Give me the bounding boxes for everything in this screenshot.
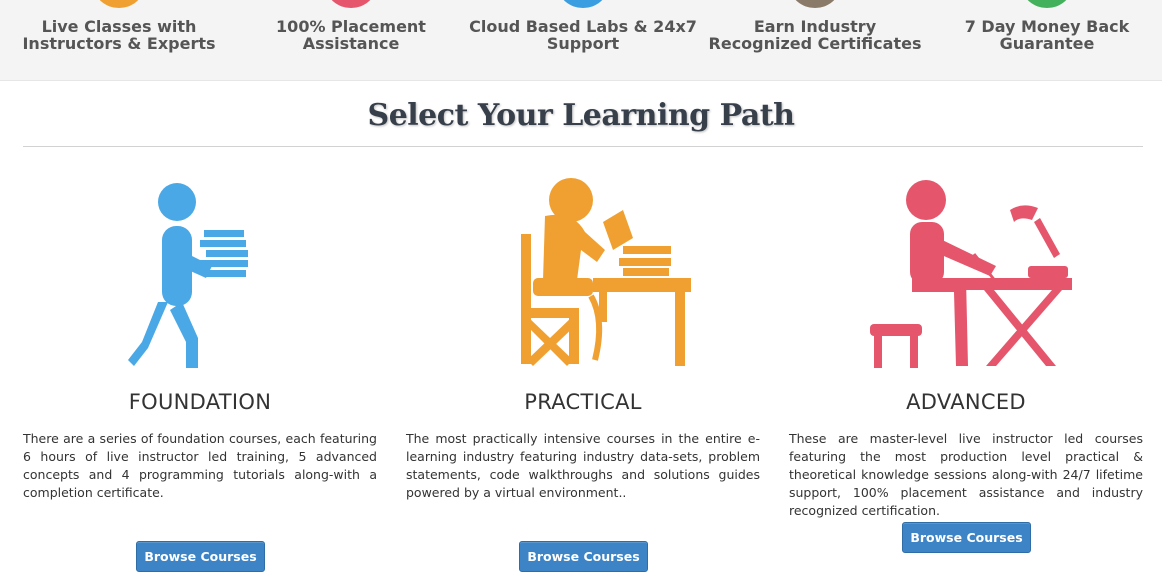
path-foundation: FOUNDATION There are a series of foundat… [23, 160, 377, 580]
feature-certificates: Earn Industry Recognized Certificates [699, 0, 931, 81]
feature-placement: 100% Placement Assistance [235, 0, 467, 81]
person-carrying-books-icon [90, 170, 310, 370]
path-title: FOUNDATION [128, 390, 272, 414]
feature-line2: Instructors & Experts [22, 34, 216, 53]
feature-line2: Assistance [302, 34, 400, 53]
feature-money-back: 7 Day Money Back Guarantee [931, 0, 1162, 81]
certificate-icon [790, 0, 840, 8]
path-title: ADVANCED [906, 390, 1026, 414]
feature-live-classes: Live Classes with Instructors & Experts [3, 0, 235, 81]
live-classes-icon [94, 0, 144, 8]
feature-line1: 7 Day Money Back [964, 17, 1130, 36]
feature-line2: Guarantee [999, 34, 1095, 53]
feature-line1: Earn Industry [753, 17, 877, 36]
browse-courses-button[interactable]: Browse Courses [136, 541, 265, 572]
browse-courses-button[interactable]: Browse Courses [902, 522, 1031, 553]
feature-line1: 100% Placement [276, 17, 426, 36]
person-reading-at-desk-icon [473, 170, 693, 370]
placement-icon [326, 0, 376, 8]
path-description: The most practically intensive courses i… [406, 431, 760, 500]
section-title: Select Your Learning Path [367, 98, 795, 133]
path-title: PRACTICAL [524, 390, 642, 414]
path-description: There are a series of foundation courses… [23, 431, 377, 500]
path-practical: PRACTICAL The most practically intensive… [406, 160, 760, 580]
feature-line2: Recognized Certificates [708, 34, 922, 53]
money-back-icon [1022, 0, 1072, 8]
browse-courses-button[interactable]: Browse Courses [519, 541, 648, 572]
cloud-labs-icon [558, 0, 608, 8]
path-advanced: ADVANCED These are master-level live ins… [789, 160, 1143, 580]
features-bar: Live Classes with Instructors & Experts … [0, 0, 1162, 81]
feature-cloud-labs: Cloud Based Labs & 24x7 Support [467, 0, 699, 81]
feature-line1: Cloud Based Labs & 24x7 [469, 17, 697, 36]
feature-line1: Live Classes with [41, 17, 197, 36]
person-writing-at-lamp-desk-icon [856, 170, 1076, 370]
path-description: These are master-level live instructor l… [789, 431, 1143, 518]
divider [23, 146, 1143, 147]
feature-line2: Support [546, 34, 620, 53]
